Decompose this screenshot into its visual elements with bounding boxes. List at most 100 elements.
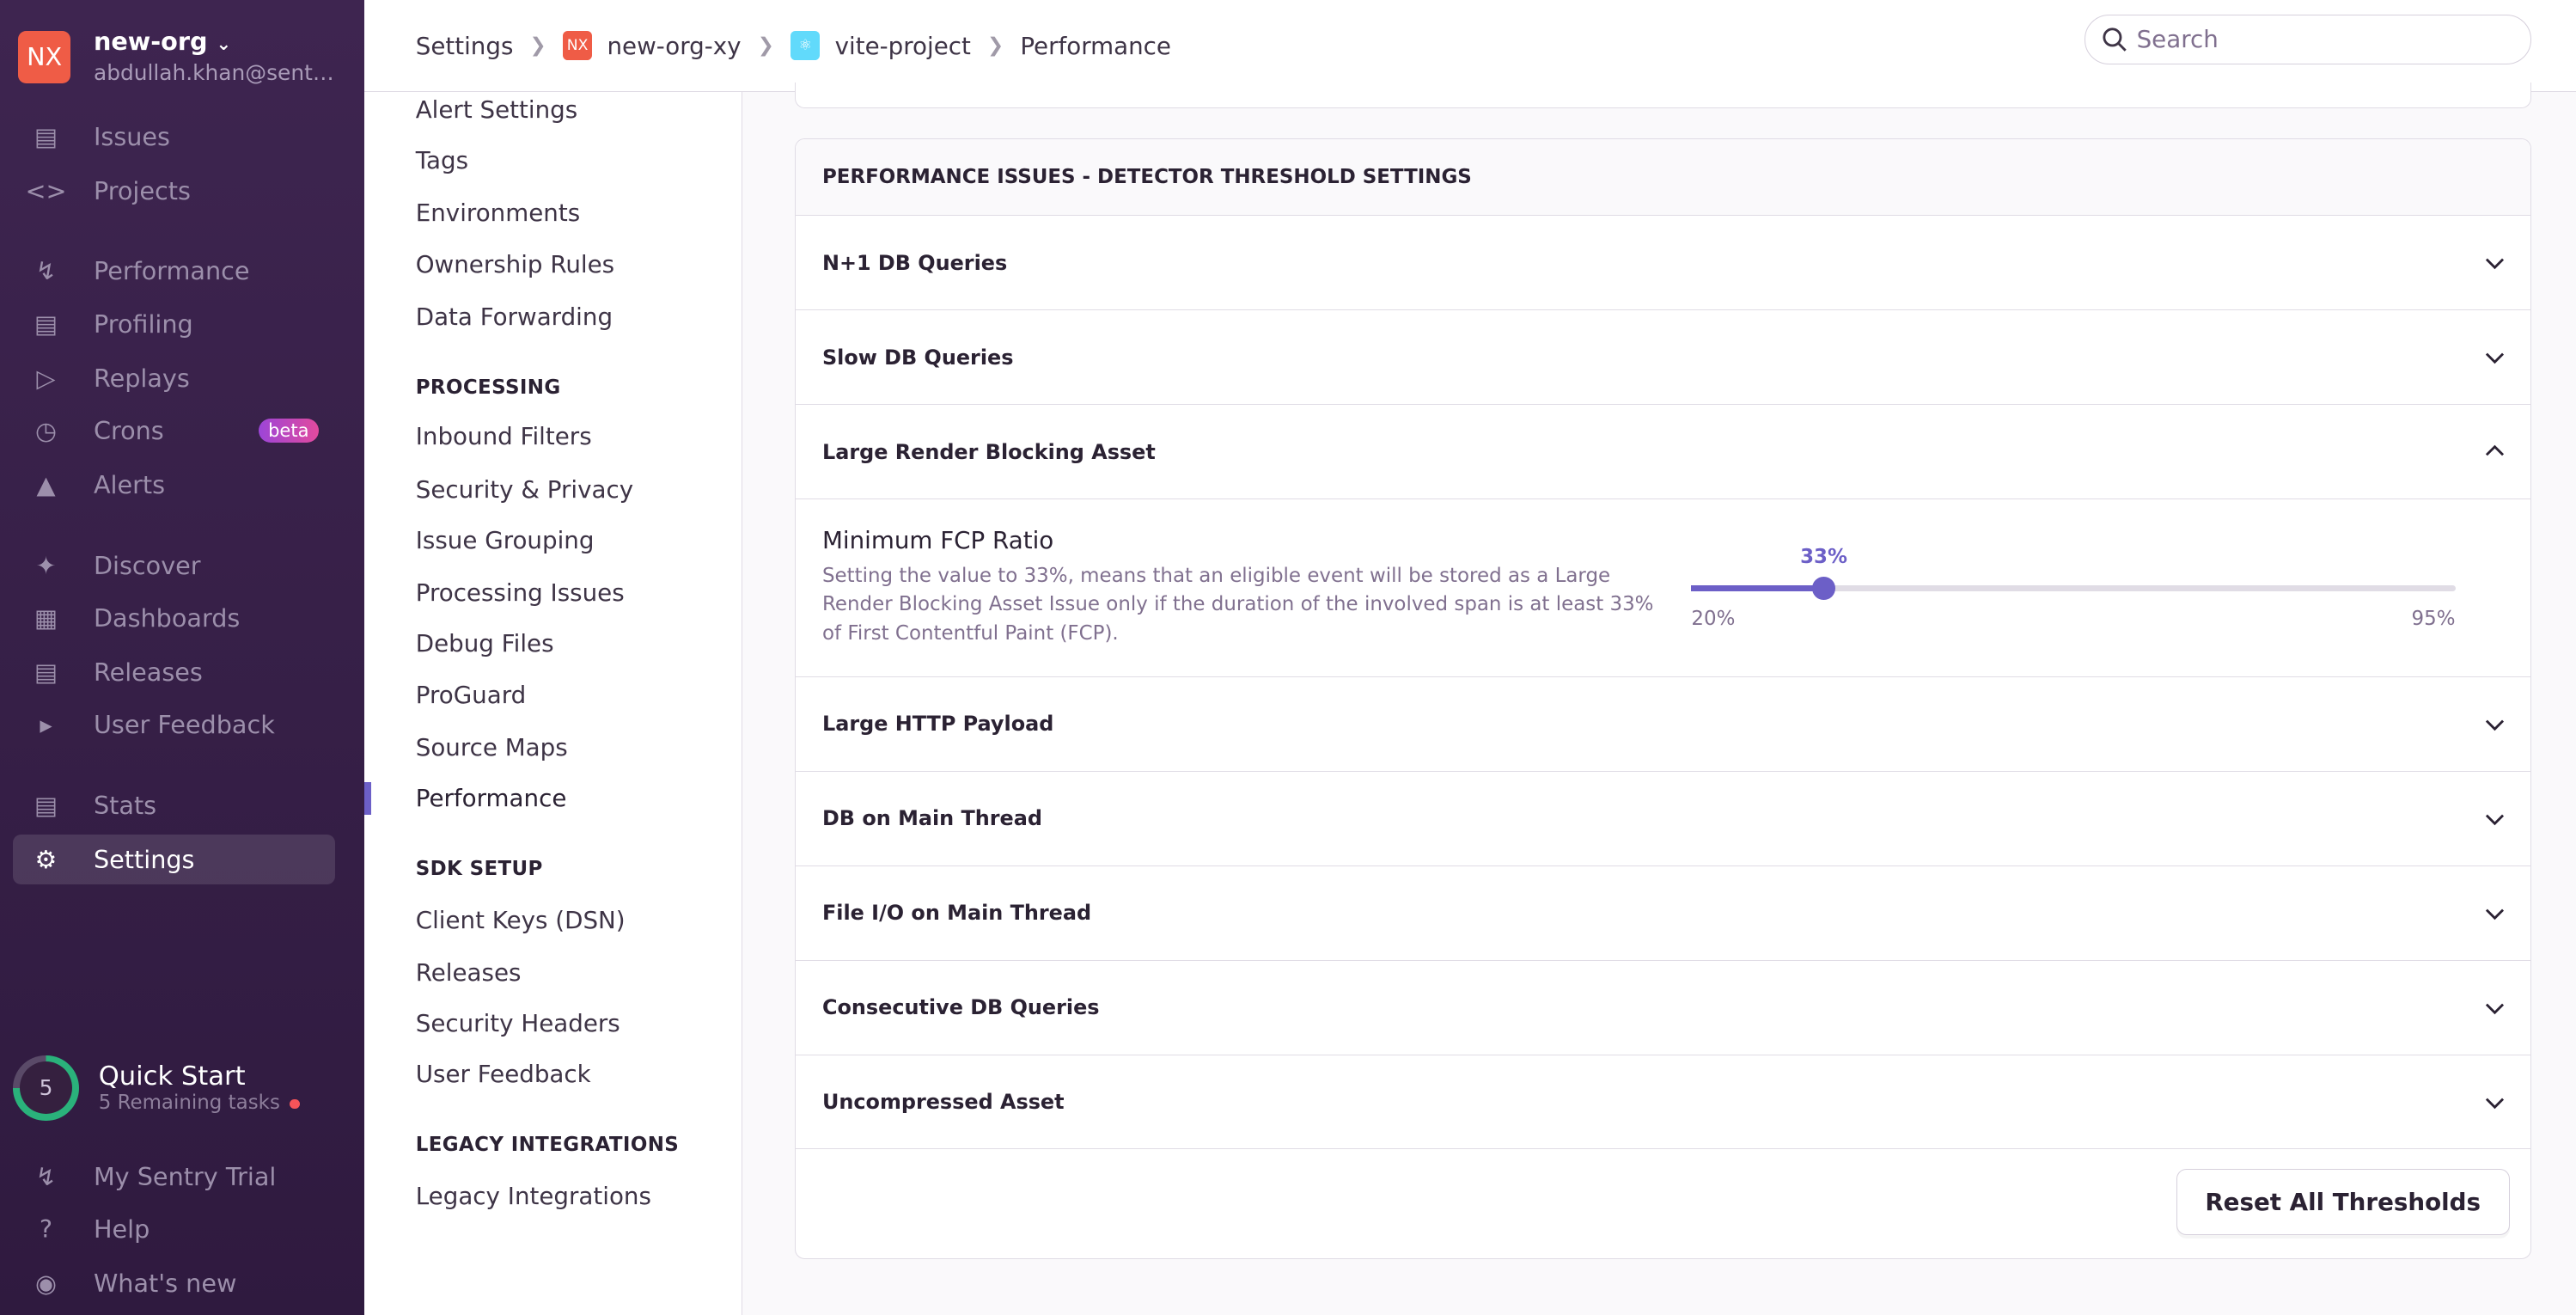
- siren-icon: ▲: [36, 470, 56, 500]
- fcp-ratio-slider[interactable]: 33% 20% 95%: [1691, 499, 2456, 676]
- slider-thumb[interactable]: [1812, 577, 1835, 600]
- quick-start-title: Quick Start: [98, 1061, 246, 1092]
- chevron-down-icon: ⌄: [216, 32, 232, 54]
- notification-dot: [290, 1098, 300, 1110]
- subnav-item-proguard[interactable]: ProGuard: [416, 681, 527, 709]
- main-content: PERFORMANCE ISSUES - DETECTOR THRESHOLD …: [742, 82, 2576, 1315]
- section-header-sdk-setup: SDK SETUP: [415, 858, 543, 881]
- chevron-right-icon: ❯: [986, 34, 1004, 58]
- chevron-down-icon: [2485, 1003, 2504, 1014]
- nav-item-what-s-new[interactable]: ◉ What's new: [13, 1259, 335, 1308]
- beta-badge: beta: [258, 418, 319, 443]
- nav-item-performance[interactable]: ↯ Performance: [13, 247, 335, 296]
- org-icon: NX: [562, 30, 593, 61]
- detector-row-large-http-payload[interactable]: Large HTTP Payload: [796, 677, 2531, 772]
- panel-title: PERFORMANCE ISSUES - DETECTOR THRESHOLD …: [796, 138, 2531, 217]
- telescope-icon: ✦: [35, 550, 57, 580]
- threshold-settings-panel: PERFORMANCE ISSUES - DETECTOR THRESHOLD …: [795, 138, 2532, 1259]
- nav-item-settings[interactable]: ⚙ Settings: [13, 835, 336, 884]
- section-header-legacy-integrations: LEGACY INTEGRATIONS: [415, 1134, 680, 1157]
- subnav-item-source-maps[interactable]: Source Maps: [416, 733, 568, 761]
- breadcrumb-project[interactable]: vite-project: [835, 32, 971, 60]
- stack-icon: ▤: [34, 657, 58, 687]
- quick-start[interactable]: 5 Quick Start 5 Remaining tasks: [13, 1055, 300, 1121]
- chevron-down-icon: [2485, 908, 2504, 920]
- subnav-item-debug-files[interactable]: Debug Files: [416, 629, 554, 658]
- reset-all-thresholds-button[interactable]: Reset All Thresholds: [2176, 1169, 2510, 1235]
- chevron-right-icon: ❯: [757, 34, 774, 58]
- nav-item-help[interactable]: ? Help: [13, 1204, 335, 1253]
- nav-item-user-feedback[interactable]: ▸ User Feedback: [13, 700, 335, 749]
- active-indicator: [364, 782, 372, 816]
- sidebar: NX new-org ⌄ abdullah.khan@sentry.io ▤ Is…: [0, 0, 365, 1315]
- detector-row-slow-db-queries[interactable]: Slow DB Queries: [796, 310, 2531, 406]
- subnav-item-releases[interactable]: Releases: [416, 958, 522, 987]
- subnav-item-security-headers[interactable]: Security Headers: [416, 1009, 620, 1037]
- nav-item-projects[interactable]: <> Projects: [13, 166, 335, 215]
- org-name: new-org: [93, 26, 208, 56]
- nav-item-releases[interactable]: ▤ Releases: [13, 647, 335, 696]
- search-icon: [2103, 28, 2127, 52]
- nav-item-stats[interactable]: ▤ Stats: [13, 780, 335, 829]
- chevron-down-icon: [2485, 1098, 2504, 1109]
- slider-min-label: 20%: [1691, 608, 1736, 631]
- subnav-item-performance[interactable]: Performance: [416, 784, 567, 812]
- chevron-down-icon: [2485, 353, 2504, 364]
- lightning-icon: ↯: [35, 256, 57, 286]
- user-email: abdullah.khan@sentry.io: [93, 60, 337, 85]
- nav-item-my-sentry-trial[interactable]: ↯ My Sentry Trial: [13, 1152, 335, 1201]
- detector-row-db-on-main-thread[interactable]: DB on Main Thread: [796, 772, 2531, 866]
- subnav-item-environments[interactable]: Environments: [416, 199, 580, 227]
- chevron-down-icon: [2485, 259, 2504, 270]
- play-icon: ▷: [36, 363, 56, 393]
- detector-row-file-i-o-on-main-thread[interactable]: File I/O on Main Thread: [796, 866, 2531, 961]
- nav-item-dashboards[interactable]: ▦ Dashboards: [13, 593, 335, 642]
- quick-start-subtitle: 5 Remaining tasks: [98, 1092, 280, 1115]
- nav-item-issues[interactable]: ▤ Issues: [13, 112, 335, 161]
- chevron-down-icon: [2485, 814, 2504, 825]
- nav-item-profiling[interactable]: ▤ Profiling: [13, 299, 335, 348]
- profiling-icon: ▤: [34, 309, 58, 339]
- subnav-item-issue-grouping[interactable]: Issue Grouping: [416, 526, 595, 554]
- slider-fill: [1691, 584, 1824, 592]
- detector-row-uncompressed-asset[interactable]: Uncompressed Asset: [796, 1055, 2531, 1150]
- subnav-item-data-forwarding[interactable]: Data Forwarding: [416, 303, 613, 331]
- folder-code-icon: <>: [25, 175, 67, 205]
- broadcast-icon: ◉: [35, 1269, 58, 1299]
- slider-max-label: 95%: [2411, 608, 2456, 631]
- field-label: Minimum FCP Ratio: [821, 525, 1054, 554]
- chevron-right-icon: ❯: [529, 34, 546, 58]
- nav-item-alerts[interactable]: ▲ Alerts: [13, 460, 335, 509]
- gear-icon: ⚙: [34, 844, 58, 874]
- nav-item-discover[interactable]: ✦ Discover: [13, 541, 335, 590]
- subnav-item-alert-settings[interactable]: Alert Settings: [416, 95, 577, 124]
- breadcrumb: Settings ❯ NX new-org-xy ❯ ⚛ vite-projec…: [364, 0, 2576, 93]
- search-input[interactable]: Search: [2085, 15, 2532, 64]
- settings-subnav: Alert Settings Tags Environments Ownership …: [364, 92, 743, 1315]
- subnav-item-client-keys-dsn-[interactable]: Client Keys (DSN): [416, 906, 626, 934]
- detector-row-large-render-blocking-asset[interactable]: Large Render Blocking Asset: [796, 405, 2531, 500]
- detector-row-n-1-db-queries[interactable]: N+1 DB Queries: [796, 216, 2531, 311]
- subnav-item-inbound-filters[interactable]: Inbound Filters: [416, 422, 592, 450]
- subnav-item-legacy-integrations[interactable]: Legacy Integrations: [416, 1182, 651, 1210]
- subnav-item-ownership-rules[interactable]: Ownership Rules: [416, 250, 614, 278]
- inbox-icon: ▤: [34, 121, 58, 151]
- nav-item-replays[interactable]: ▷ Replays: [13, 353, 335, 402]
- breadcrumb-org[interactable]: new-org-xy: [607, 32, 741, 60]
- previous-panel: [795, 82, 2532, 109]
- section-header-processing: PROCESSING: [415, 376, 561, 399]
- question-icon: ?: [39, 1214, 53, 1245]
- breadcrumb-page: Performance: [1020, 31, 1171, 60]
- org-switcher[interactable]: NX new-org ⌄ abdullah.khan@sentry.io: [18, 27, 337, 89]
- breadcrumb-settings[interactable]: Settings: [416, 32, 514, 60]
- clock-icon: ◷: [35, 415, 58, 445]
- subnav-item-user-feedback[interactable]: User Feedback: [416, 1060, 591, 1088]
- detector-row-consecutive-db-queries[interactable]: Consecutive DB Queries: [796, 961, 2531, 1055]
- subnav-item-processing-issues[interactable]: Processing Issues: [416, 578, 625, 607]
- megaphone-icon: ▸: [40, 710, 52, 740]
- nav-item-crons[interactable]: ◷ Crons beta: [13, 406, 335, 455]
- subnav-item-security-privacy[interactable]: Security & Privacy: [416, 475, 633, 504]
- dashboard-icon: ▦: [34, 602, 58, 633]
- min-fcp-ratio-field: Minimum FCP Ratio Setting the value to 3…: [796, 499, 2531, 677]
- subnav-item-tags[interactable]: Tags: [416, 146, 468, 174]
